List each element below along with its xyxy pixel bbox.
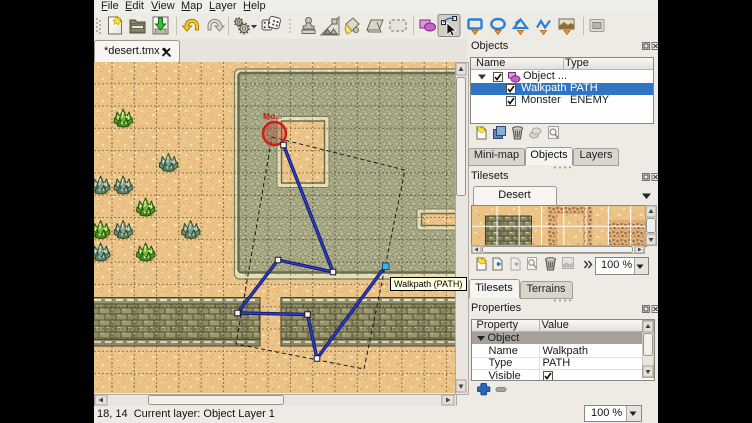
- svg-text:Mo...: Mo...: [263, 111, 282, 121]
